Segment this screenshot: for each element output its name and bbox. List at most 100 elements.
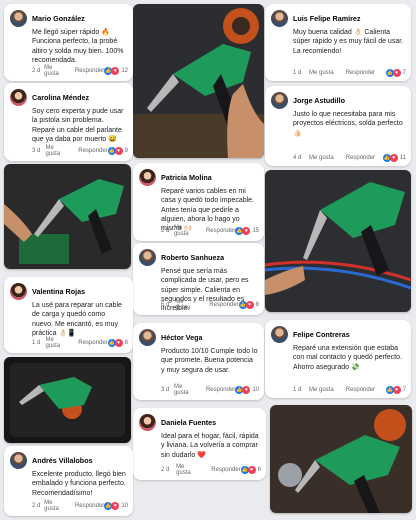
comment-time[interactable]: 3 d bbox=[161, 387, 174, 393]
commenter-name[interactable]: Luis Felipe Ramírez bbox=[293, 14, 361, 23]
love-reaction-icon: ♥ bbox=[111, 502, 120, 510]
like-button[interactable]: Me gusta bbox=[309, 387, 334, 393]
reaction-count: 6 bbox=[257, 467, 261, 473]
reaction-summary[interactable]: 👍 ♥ 15 bbox=[235, 227, 259, 235]
reply-button[interactable]: Responder bbox=[346, 70, 386, 76]
avatar[interactable] bbox=[10, 89, 27, 106]
love-reaction-icon: ♥ bbox=[242, 227, 251, 235]
comment-card: Patricia Molina Reparé varios cables en … bbox=[133, 163, 264, 241]
soldering-gun-illustration bbox=[133, 4, 264, 158]
reply-button[interactable]: Responder bbox=[206, 228, 235, 234]
reply-button[interactable]: Responder bbox=[346, 387, 386, 393]
comment-card: Felipe Contreras Reparé una extensión qu… bbox=[265, 320, 411, 398]
reaction-summary[interactable]: 👍 ♥ 8 bbox=[238, 301, 259, 309]
reaction-summary[interactable]: 👍 ♥ 10 bbox=[235, 386, 259, 394]
circuit-board-illustration bbox=[4, 164, 131, 269]
commenter-name[interactable]: Héctor Vega bbox=[161, 333, 203, 342]
commenter-name[interactable]: Daniela Fuentes bbox=[161, 418, 216, 427]
reaction-summary[interactable]: 👍 ♥ 12 bbox=[104, 67, 128, 75]
avatar[interactable] bbox=[139, 169, 156, 186]
comment-text: La usé para reparar un cable de carga y … bbox=[32, 302, 122, 337]
comment-time[interactable]: 2 d bbox=[32, 68, 44, 74]
reaction-summary[interactable]: 👍 ♥ 7 bbox=[385, 386, 406, 394]
commenter-name[interactable]: Mario González bbox=[32, 14, 85, 23]
like-button[interactable]: Me gusta bbox=[44, 500, 63, 512]
comment-time[interactable]: 1 d bbox=[32, 340, 45, 346]
comment-time[interactable]: 2 d bbox=[32, 503, 44, 509]
commenter-name[interactable]: Carolina Méndez bbox=[32, 93, 89, 102]
reply-button[interactable]: Responder bbox=[209, 302, 238, 308]
comment-time[interactable]: 4 d bbox=[293, 155, 309, 161]
love-reaction-icon: ♥ bbox=[245, 301, 254, 309]
reply-button[interactable]: Responder bbox=[346, 155, 383, 161]
love-reaction-icon: ♥ bbox=[247, 466, 256, 474]
product-photo-circuit bbox=[4, 164, 131, 269]
like-button[interactable]: Me gusta bbox=[45, 145, 66, 157]
like-button[interactable]: Me gusta bbox=[174, 384, 194, 396]
commenter-name[interactable]: Roberto Sanhueza bbox=[161, 253, 224, 262]
commenter-name[interactable]: Felipe Contreras bbox=[293, 330, 350, 339]
avatar[interactable] bbox=[271, 326, 288, 343]
reply-button[interactable]: Responder bbox=[78, 148, 107, 154]
reaction-summary[interactable]: 👍 ♥ 9 bbox=[107, 147, 128, 155]
workbench-illustration bbox=[270, 405, 412, 513]
like-button[interactable]: Me gusta bbox=[309, 155, 334, 161]
product-photo-workbench bbox=[270, 405, 412, 513]
reaction-summary[interactable]: 👍 ♥ 7 bbox=[385, 69, 406, 77]
avatar[interactable] bbox=[10, 10, 27, 27]
reaction-summary[interactable]: 👍 ♥ 6 bbox=[240, 466, 261, 474]
reaction-count: 7 bbox=[402, 70, 406, 76]
like-button[interactable]: Me gusta bbox=[309, 70, 334, 76]
comment-card: Roberto Sanhueza Pensé que sería más com… bbox=[133, 243, 264, 315]
comment-time[interactable]: 1 d bbox=[293, 387, 309, 393]
reaction-count: 7 bbox=[402, 387, 406, 393]
love-reaction-icon: ♥ bbox=[392, 69, 401, 77]
comment-card: Jorge Astudillo Justo lo que necesitaba … bbox=[265, 86, 411, 166]
avatar[interactable] bbox=[10, 283, 27, 300]
avatar[interactable] bbox=[10, 452, 27, 469]
reply-button[interactable]: Responder bbox=[75, 503, 104, 509]
like-button[interactable]: Me gusta bbox=[45, 337, 66, 349]
reply-button[interactable]: Responder bbox=[78, 340, 107, 346]
reaction-count: 8 bbox=[255, 302, 259, 308]
comment-card: Luis Felipe Ramírez Muy buena calidad 👌🏻… bbox=[265, 4, 411, 81]
reaction-summary[interactable]: 👍 ♥ 10 bbox=[104, 502, 128, 510]
comment-text: Justo lo que necesitaba para mis proyect… bbox=[293, 111, 403, 137]
comment-text: Ideal para el hogar, fácil, rápida y liv… bbox=[161, 433, 259, 459]
like-button[interactable]: Me gusta bbox=[175, 299, 197, 311]
love-reaction-icon: ♥ bbox=[392, 386, 401, 394]
comment-time[interactable]: 2 d bbox=[161, 228, 174, 234]
avatar[interactable] bbox=[139, 414, 156, 431]
love-reaction-icon: ♥ bbox=[114, 147, 123, 155]
reaction-summary[interactable]: 👍 ♥ 11 bbox=[382, 154, 406, 162]
comment-card: Andrés Villalobos Excelente producto, ll… bbox=[4, 446, 133, 516]
avatar[interactable] bbox=[271, 10, 288, 27]
comment-text: Producto 10/10 Cumple todo lo que promet… bbox=[161, 348, 258, 374]
avatar[interactable] bbox=[139, 249, 156, 266]
commenter-name[interactable]: Andrés Villalobos bbox=[32, 456, 93, 465]
reaction-count: 10 bbox=[121, 503, 128, 509]
like-button[interactable]: Me gusta bbox=[176, 464, 199, 476]
comment-time[interactable]: 3 d bbox=[32, 148, 45, 154]
reaction-count: 15 bbox=[252, 228, 259, 234]
commenter-name[interactable]: Patricia Molina bbox=[161, 173, 212, 182]
comment-time[interactable]: 1 d bbox=[293, 70, 309, 76]
comment-text: Soy cero experta y pude usar la pistola … bbox=[32, 108, 124, 143]
commenter-name[interactable]: Jorge Astudillo bbox=[293, 96, 345, 105]
reply-button[interactable]: Responder bbox=[211, 467, 240, 473]
love-reaction-icon: ♥ bbox=[389, 154, 398, 162]
like-button[interactable]: Me gusta bbox=[44, 65, 63, 77]
reaction-count: 6 bbox=[124, 340, 128, 346]
like-button[interactable]: Me gusta bbox=[174, 225, 194, 237]
reaction-summary[interactable]: 👍 ♥ 6 bbox=[107, 339, 128, 347]
avatar[interactable] bbox=[271, 92, 288, 109]
comment-time[interactable]: 5 d bbox=[161, 302, 175, 308]
avatar[interactable] bbox=[139, 329, 156, 346]
love-reaction-icon: ♥ bbox=[111, 67, 120, 75]
reply-button[interactable]: Responder bbox=[206, 387, 235, 393]
product-photo-wires bbox=[265, 170, 411, 312]
comment-time[interactable]: 2 d bbox=[161, 467, 176, 473]
reply-button[interactable]: Responder bbox=[75, 68, 104, 74]
commenter-name[interactable]: Valentina Rojas bbox=[32, 287, 85, 296]
comment-text: Muy buena calidad 👌🏻 Calienta súper rápi… bbox=[293, 29, 404, 55]
